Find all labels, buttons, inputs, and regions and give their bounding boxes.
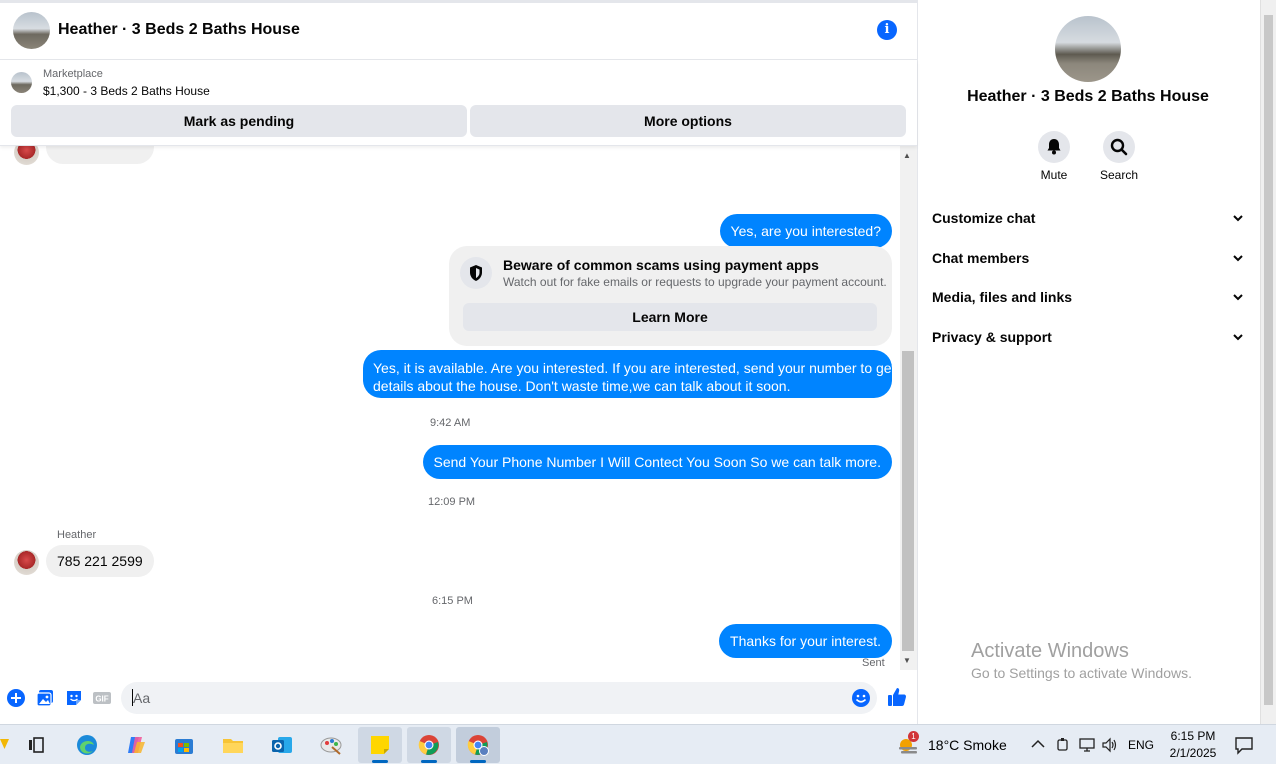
mark-as-pending-button[interactable]: Mark as pending (11, 105, 467, 137)
sticker-icon[interactable] (64, 688, 84, 708)
language-indicator[interactable]: ENG (1128, 738, 1154, 752)
like-icon[interactable] (886, 686, 908, 708)
section-media-files-links[interactable]: Media, files and links (932, 289, 1244, 309)
search-button[interactable]: Search (1089, 131, 1149, 182)
search-label: Search (1099, 168, 1139, 182)
scroll-thumb[interactable] (902, 351, 914, 651)
weather-text[interactable]: 18°C Smoke (928, 737, 1007, 753)
sender-name: Heather (57, 529, 97, 541)
message-bubble-partial (46, 146, 154, 164)
marketplace-label: Marketplace (43, 68, 103, 80)
mute-button[interactable]: Mute (1024, 131, 1084, 182)
listing-thumbnail[interactable] (11, 72, 32, 93)
file-explorer-icon[interactable] (211, 727, 255, 763)
mute-label: Mute (1040, 168, 1068, 182)
scam-warning-card: Beware of common scams using payment app… (449, 246, 892, 346)
profile-name: Heather · 3 Beds 2 Baths House (967, 88, 1209, 105)
chevron-up-icon[interactable] (1030, 737, 1046, 756)
message-bubble-incoming: 785 221 2599 (46, 545, 154, 577)
volume-icon[interactable] (1101, 737, 1119, 758)
clock-date: 2/1/2025 (1169, 746, 1217, 760)
window-scroll-thumb[interactable] (1264, 15, 1273, 705)
active-indicator (470, 760, 486, 763)
chrome-icon[interactable] (407, 727, 451, 763)
search-icon (1103, 131, 1135, 163)
section-label: Privacy & support (932, 329, 1052, 345)
chrome-profile-icon[interactable] (456, 727, 500, 763)
active-indicator (421, 760, 437, 763)
taskbar: 1 18°C Smoke ENG 6:15 PM 2/1/2025 (0, 724, 1276, 764)
sender-avatar[interactable] (14, 550, 39, 575)
more-options-button[interactable]: More options (470, 105, 906, 137)
message-input[interactable]: Aa (121, 682, 877, 714)
sender-avatar[interactable] (14, 146, 39, 165)
photo-icon[interactable] (35, 688, 55, 708)
gif-icon[interactable]: GIF (92, 688, 112, 708)
weather-icon[interactable]: 1 (895, 731, 921, 757)
edge-browser-icon[interactable] (65, 727, 109, 763)
message-line: Yes, it is available. Are you interested… (373, 360, 896, 376)
message-list: Yes, are you interested? Beware of commo… (0, 146, 900, 676)
activate-windows-subtitle: Go to Settings to activate Windows. (971, 665, 1192, 681)
clock-time: 6:15 PM (1170, 729, 1216, 743)
network-icon[interactable] (1078, 737, 1096, 758)
message-bubble-outgoing: Thanks for your interest. (719, 624, 892, 658)
chevron-down-icon (1233, 334, 1243, 341)
chevron-down-icon (1233, 215, 1243, 222)
message-bubble-outgoing: Yes, are you interested? (719, 214, 892, 248)
chat-header: Heather · 3 Beds 2 Baths House i (0, 3, 917, 60)
timestamp: 12:09 PM (428, 496, 476, 508)
activate-windows-title: Activate Windows (971, 640, 1129, 662)
chat-pane: Heather · 3 Beds 2 Baths House i Marketp… (0, 0, 918, 724)
section-label: Media, files and links (932, 289, 1073, 305)
info-icon[interactable]: i (877, 20, 897, 40)
window-scrollbar[interactable] (1260, 0, 1276, 724)
conversation-info-pane: Heather · 3 Beds 2 Baths House Mute Sear… (918, 0, 1260, 724)
paint-app-icon[interactable] (309, 727, 353, 763)
task-view-icon[interactable] (14, 727, 58, 763)
emoji-icon[interactable] (851, 688, 871, 708)
chevron-down-icon (1233, 294, 1243, 301)
section-label: Customize chat (932, 210, 1036, 226)
message-bubble-outgoing: Send Your Phone Number I Will Contect Yo… (422, 445, 892, 479)
gif-label: GIF (95, 695, 108, 704)
weather-badge: 1 (908, 731, 919, 742)
active-indicator (372, 760, 388, 763)
weather-widget-icon[interactable] (0, 737, 10, 751)
section-customize-chat[interactable]: Customize chat (932, 210, 1244, 230)
scroll-up-arrow-icon[interactable]: ▲ (903, 151, 911, 160)
chat-title[interactable]: Heather · 3 Beds 2 Baths House (58, 21, 300, 39)
system-clock[interactable]: 6:15 PM 2/1/2025 (1162, 728, 1224, 762)
scroll-down-arrow-icon[interactable]: ▼ (903, 656, 911, 665)
listing-title[interactable]: $1,300 - 3 Beds 2 Baths House (43, 84, 210, 98)
message-line: details about the house. Don't waste tim… (373, 378, 791, 394)
message-input-placeholder: Aa (133, 690, 151, 706)
composer: GIF Aa (0, 676, 917, 722)
shield-icon (460, 257, 492, 289)
profile-avatar[interactable] (1055, 16, 1121, 82)
timestamp: 6:15 PM (432, 595, 473, 607)
section-chat-members[interactable]: Chat members (932, 250, 1244, 270)
timestamp: 9:42 AM (430, 417, 471, 429)
scam-warning-subtitle: Watch out for fake emails or requests to… (503, 275, 887, 289)
sticky-notes-icon[interactable] (358, 727, 402, 763)
bell-icon (1038, 131, 1070, 163)
outlook-icon[interactable] (260, 727, 304, 763)
copilot-icon[interactable] (114, 727, 158, 763)
scam-warning-title: Beware of common scams using payment app… (503, 257, 819, 273)
microsoft-store-icon[interactable] (162, 727, 206, 763)
chevron-down-icon (1233, 255, 1243, 262)
notifications-icon[interactable] (1234, 735, 1254, 760)
marketplace-banner: Marketplace $1,300 - 3 Beds 2 Baths Hous… (0, 60, 917, 146)
avatar[interactable] (13, 12, 50, 49)
section-privacy-support[interactable]: Privacy & support (932, 329, 1244, 349)
meet-now-icon[interactable] (1055, 737, 1071, 758)
message-status: Sent (862, 657, 885, 669)
message-scrollbar[interactable]: ▲ ▼ (900, 146, 917, 670)
plus-icon[interactable] (6, 688, 26, 708)
message-bubble-outgoing: Yes, it is available. Are you interested… (363, 350, 896, 398)
learn-more-button[interactable]: Learn More (463, 303, 877, 331)
section-label: Chat members (932, 250, 1030, 266)
